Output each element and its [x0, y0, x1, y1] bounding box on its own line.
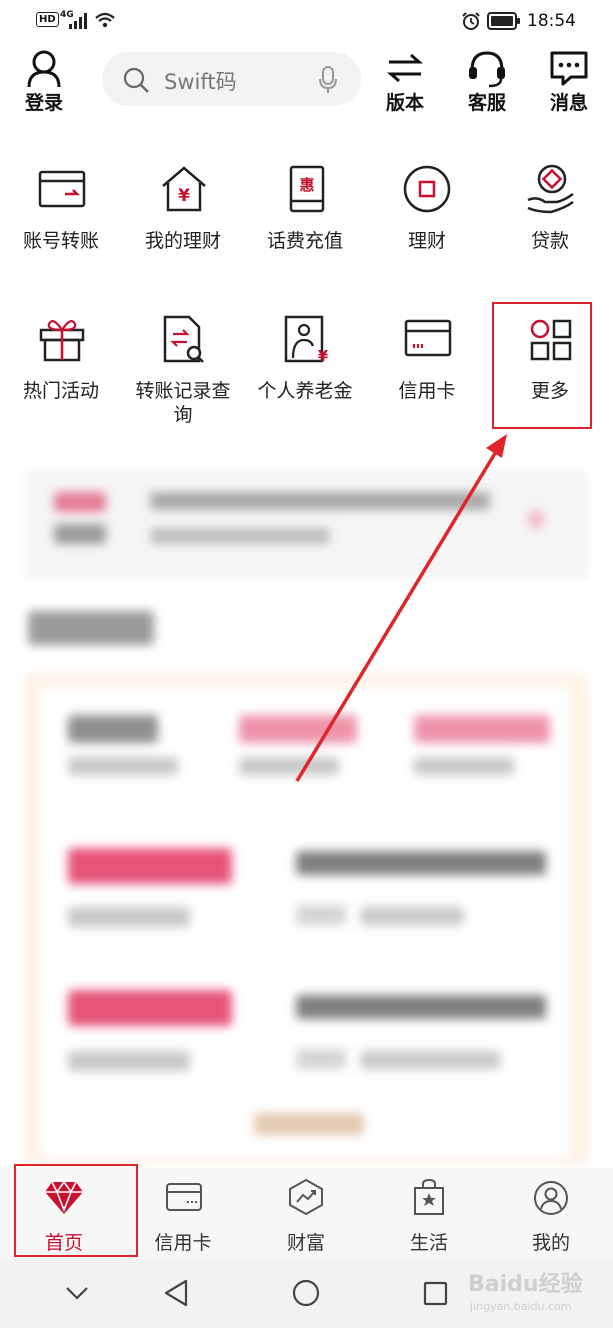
credit-card-icon	[166, 1183, 202, 1211]
annotation-arrow	[295, 434, 507, 782]
annotation-highlight-box	[14, 1164, 138, 1257]
home-circle-icon[interactable]	[291, 1278, 321, 1308]
nav-label-mine: 我的	[531, 1232, 570, 1254]
nav-tab-credit-card[interactable]: 信用卡	[133, 1168, 233, 1260]
nav-tab-mine[interactable]: 我的	[501, 1168, 601, 1260]
nav-tab-wealth[interactable]: 财富	[256, 1168, 356, 1260]
shopping-bag-icon	[414, 1178, 444, 1215]
user-circle-icon	[534, 1181, 568, 1215]
wealth-chart-icon	[289, 1178, 323, 1216]
chevron-down-icon[interactable]	[64, 1284, 90, 1302]
nav-label-credit-card: 信用卡	[154, 1232, 212, 1254]
back-triangle-icon[interactable]	[162, 1278, 190, 1308]
recents-square-icon[interactable]	[422, 1280, 450, 1308]
nav-tab-life[interactable]: 生活	[379, 1168, 479, 1260]
watermark-url: jingyan.baidu.com	[470, 1300, 572, 1313]
nav-label-life: 生活	[409, 1232, 448, 1254]
watermark-brand: Baidu经验	[468, 1272, 583, 1297]
nav-label-wealth: 财富	[286, 1232, 325, 1254]
